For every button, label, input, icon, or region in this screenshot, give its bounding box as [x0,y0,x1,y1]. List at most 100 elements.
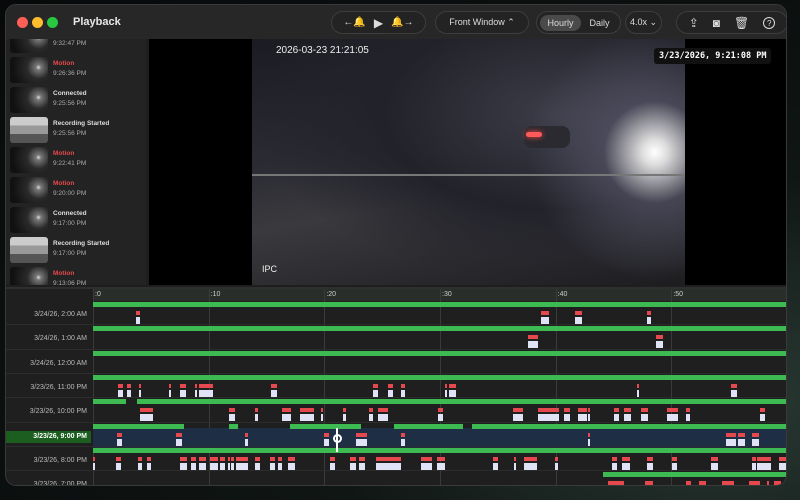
motion-event-marker[interactable] [288,456,296,461]
event-list-item[interactable]: Motion 9:13:06 PM [10,265,142,285]
clip-marker[interactable] [449,389,457,397]
clip-marker[interactable] [377,414,388,422]
motion-event-marker[interactable] [647,456,653,461]
clip-marker[interactable] [138,462,142,470]
clip-marker[interactable] [752,438,760,446]
clip-marker[interactable] [140,414,154,422]
clip-marker[interactable] [118,389,124,397]
motion-event-marker[interactable] [644,481,653,485]
motion-event-marker[interactable] [254,456,260,461]
close-button[interactable] [17,17,28,28]
clip-marker[interactable] [376,462,391,470]
clip-marker[interactable] [369,414,373,422]
clip-marker[interactable] [588,414,591,422]
motion-event-marker[interactable] [236,456,248,461]
motion-event-marker[interactable] [369,408,373,413]
clip-marker[interactable] [281,414,291,422]
clip-marker[interactable] [390,462,401,470]
clip-marker[interactable] [330,462,335,470]
clip-marker[interactable] [342,414,347,422]
clip-marker[interactable] [324,438,329,446]
recording-segment[interactable] [93,350,786,356]
hour-row-label[interactable]: 3/24/26, 1:00 AM [6,333,91,345]
clip-marker[interactable] [320,414,324,422]
clip-marker[interactable] [738,438,746,446]
motion-event-marker[interactable] [278,456,282,461]
motion-event-marker[interactable] [400,383,406,388]
clip-marker[interactable] [647,317,651,324]
play-button[interactable]: ▶ [374,17,383,29]
motion-event-marker[interactable] [324,432,329,437]
clip-marker[interactable] [436,462,445,470]
motion-event-marker[interactable] [493,456,498,461]
event-list-item[interactable]: Connected 9:25:56 PM [10,85,142,115]
clip-marker[interactable] [437,414,444,422]
motion-event-marker[interactable] [540,311,549,315]
motion-event-marker[interactable] [400,432,406,437]
clip-marker[interactable] [230,462,235,470]
motion-event-marker[interactable] [623,408,631,413]
motion-event-marker[interactable] [355,432,368,437]
motion-event-marker[interactable] [138,456,142,461]
motion-event-marker[interactable] [612,456,617,461]
event-list-item[interactable]: Recording Started 9:17:00 PM [10,235,142,265]
motion-event-marker[interactable] [722,481,734,485]
clip-marker[interactable] [169,389,172,397]
event-list-item[interactable]: Motion 9:20:00 PM [10,175,142,205]
clip-marker[interactable] [116,462,121,470]
motion-event-marker[interactable] [725,432,737,437]
motion-event-marker[interactable] [387,383,393,388]
hour-row-label[interactable]: 3/23/26, 10:00 PM [6,406,91,418]
motion-event-marker[interactable] [342,408,347,413]
motion-event-marker[interactable] [752,432,760,437]
previous-event-button[interactable]: ←🔔 [343,17,365,28]
event-list-item[interactable]: 9:32:47 PM [10,39,142,55]
clip-marker[interactable] [93,462,95,470]
clip-marker[interactable] [686,414,690,422]
clip-marker[interactable] [554,462,558,470]
hour-row-label[interactable]: 3/23/26, 7:00 PM [6,479,91,485]
clip-marker[interactable] [300,414,314,422]
clip-marker[interactable] [621,462,630,470]
clip-marker[interactable] [176,438,183,446]
recording-segment[interactable] [93,423,185,429]
hour-row-label[interactable]: 3/24/26, 12:00 AM [6,358,91,370]
clip-marker[interactable] [514,462,517,470]
clip-marker[interactable] [666,414,679,422]
motion-event-marker[interactable] [359,456,365,461]
motion-event-marker[interactable] [527,335,539,340]
motion-event-marker[interactable] [588,408,591,413]
motion-event-marker[interactable] [647,311,651,315]
clip-marker[interactable] [710,462,718,470]
hour-row-label[interactable]: 3/23/26, 11:00 PM [6,382,91,394]
motion-event-marker[interactable] [254,408,259,413]
clip-marker[interactable] [623,414,631,422]
motion-event-marker[interactable] [179,383,186,388]
motion-event-marker[interactable] [93,456,95,461]
clip-marker[interactable] [588,438,591,446]
timeline[interactable]: :0:10:20:30:40:50 3/24/26, 2:00 AM 3/24/26… [6,287,786,485]
clip-marker[interactable] [135,317,141,324]
motion-event-marker[interactable] [372,383,378,388]
motion-event-marker[interactable] [199,383,214,388]
motion-event-marker[interactable] [147,456,151,461]
clip-marker[interactable] [244,438,248,446]
clip-marker[interactable] [387,389,393,397]
recording-segment[interactable] [229,423,238,429]
motion-event-marker[interactable] [377,408,388,413]
clip-marker[interactable] [421,462,432,470]
motion-event-marker[interactable] [436,456,445,461]
motion-event-marker[interactable] [300,408,314,413]
clip-marker[interactable] [269,462,275,470]
camera-icon[interactable]: ◙ [713,17,720,29]
motion-event-marker[interactable] [613,408,620,413]
motion-event-marker[interactable] [444,383,447,388]
motion-event-marker[interactable] [538,408,560,413]
motion-event-marker[interactable] [229,408,236,413]
motion-event-marker[interactable] [686,481,691,485]
daily-tab[interactable]: Daily [583,15,617,31]
playhead-knob[interactable] [332,433,342,443]
motion-event-marker[interactable] [194,383,197,388]
motion-event-marker[interactable] [672,456,678,461]
trash-icon[interactable]: 🗑 [734,17,749,29]
